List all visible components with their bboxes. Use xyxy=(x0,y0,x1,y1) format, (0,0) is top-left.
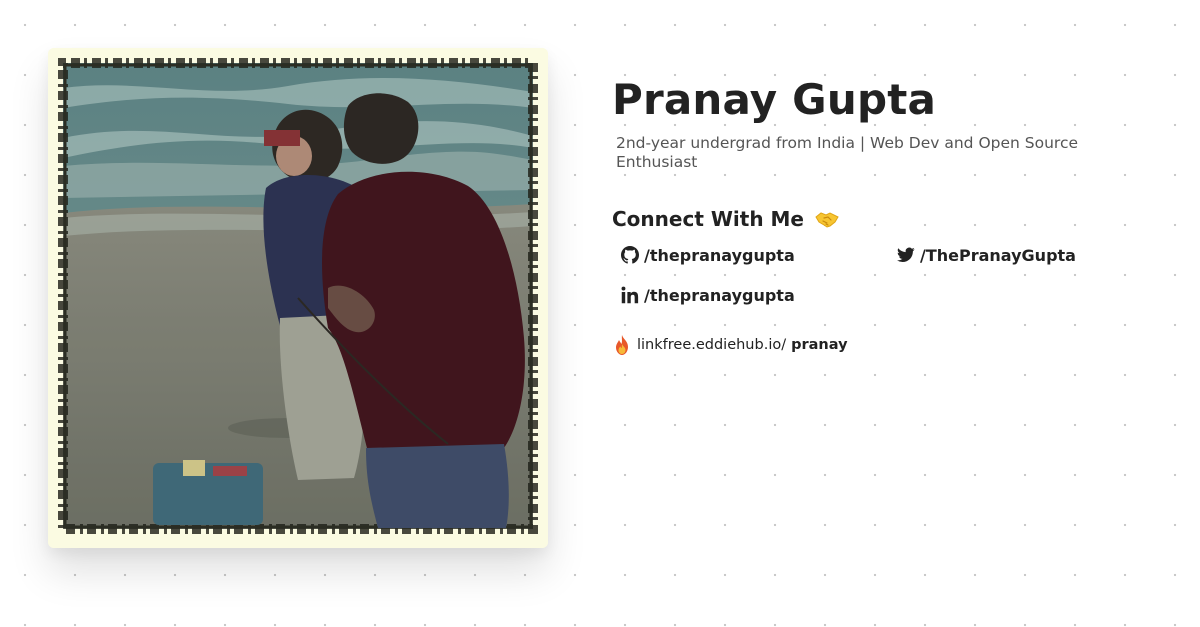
profile-photo-card xyxy=(48,48,548,548)
twitter-handle: /ThePranayGupta xyxy=(920,245,1076,265)
profile-info: Pranay Gupta 2nd-year undergrad from Ind… xyxy=(612,74,1152,356)
linkfree-link[interactable]: linkfree.eddiehub.io/ pranay xyxy=(612,334,1152,356)
twitter-link[interactable]: /ThePranayGupta xyxy=(896,244,1076,266)
github-link[interactable]: /thepranaygupta xyxy=(620,244,795,266)
github-handle: /thepranaygupta xyxy=(644,245,795,265)
linkfree-username: pranay xyxy=(791,337,848,353)
linkedin-link[interactable]: /thepranaygupta xyxy=(620,284,795,306)
profile-photo xyxy=(48,48,548,548)
linkedin-icon xyxy=(620,285,640,305)
social-links: /thepranaygupta /ThePranayGupta /thepran… xyxy=(612,242,1152,334)
connect-heading-text: Connect With Me xyxy=(612,207,804,231)
linkfree-flame-icon xyxy=(612,334,632,356)
linkfree-url-prefix: linkfree.eddiehub.io/ xyxy=(637,337,787,353)
profile-name: Pranay Gupta xyxy=(612,75,937,124)
twitter-icon xyxy=(896,245,916,265)
profile-tagline: 2nd-year undergrad from India | Web Dev … xyxy=(616,134,1079,171)
github-icon xyxy=(620,245,640,265)
handshake-emoji-icon xyxy=(815,212,839,228)
connect-heading: Connect With Me xyxy=(612,206,1152,232)
linkedin-handle: /thepranaygupta xyxy=(644,285,795,305)
